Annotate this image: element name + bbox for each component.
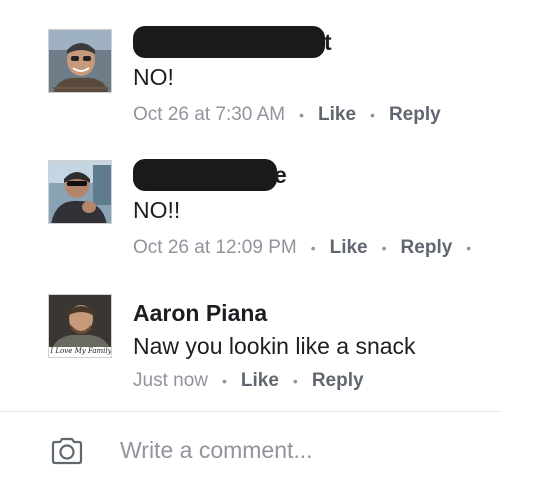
reply-button[interactable]: Reply: [312, 370, 364, 392]
comment-text: Naw you lookin like a snack: [133, 333, 416, 359]
avatar[interactable]: [48, 29, 112, 93]
like-button[interactable]: Like: [318, 104, 356, 126]
comment-meta: Just now • Like • Reply: [133, 370, 364, 392]
avatar-photo: [49, 30, 111, 92]
comment-meta: Oct 26 at 12:09 PM • Like • Reply •: [133, 237, 485, 259]
author-name-fragment[interactable]: t: [324, 29, 332, 56]
reply-button[interactable]: Reply: [401, 237, 453, 259]
separator-dot: •: [292, 373, 298, 389]
comment-author[interactable]: Aaron Piana: [133, 300, 267, 327]
like-button[interactable]: Like: [330, 237, 368, 259]
reply-button[interactable]: Reply: [389, 104, 441, 126]
avatar-photo: [49, 161, 111, 223]
redacted-author-name: [133, 159, 277, 191]
separator-dot: •: [310, 240, 316, 256]
separator-dot: •: [221, 373, 227, 389]
avatar[interactable]: [48, 160, 112, 224]
separator-dot: •: [381, 240, 387, 256]
redacted-author-name: [133, 26, 325, 58]
comment-input[interactable]: Write a comment...: [120, 437, 313, 464]
separator-dot: •: [299, 107, 304, 123]
avatar[interactable]: I Love My Family: [48, 294, 112, 358]
avatar-caption: I Love My Family: [50, 347, 112, 355]
comment-meta: Oct 26 at 7:30 AM • Like • Reply: [133, 104, 441, 126]
comment-text: NO!!: [133, 197, 181, 223]
separator-dot: •: [466, 240, 472, 256]
camera-icon[interactable]: [50, 436, 84, 466]
separator-dot: •: [370, 107, 375, 123]
author-name-fragment[interactable]: e: [274, 162, 287, 189]
divider: [0, 411, 500, 412]
comment-timestamp[interactable]: Oct 26 at 12:09 PM: [133, 237, 297, 259]
comment-text: NO!: [133, 64, 174, 90]
comment-timestamp[interactable]: Just now: [133, 370, 208, 392]
comment-timestamp[interactable]: Oct 26 at 7:30 AM: [133, 104, 285, 126]
like-button[interactable]: Like: [241, 370, 279, 392]
